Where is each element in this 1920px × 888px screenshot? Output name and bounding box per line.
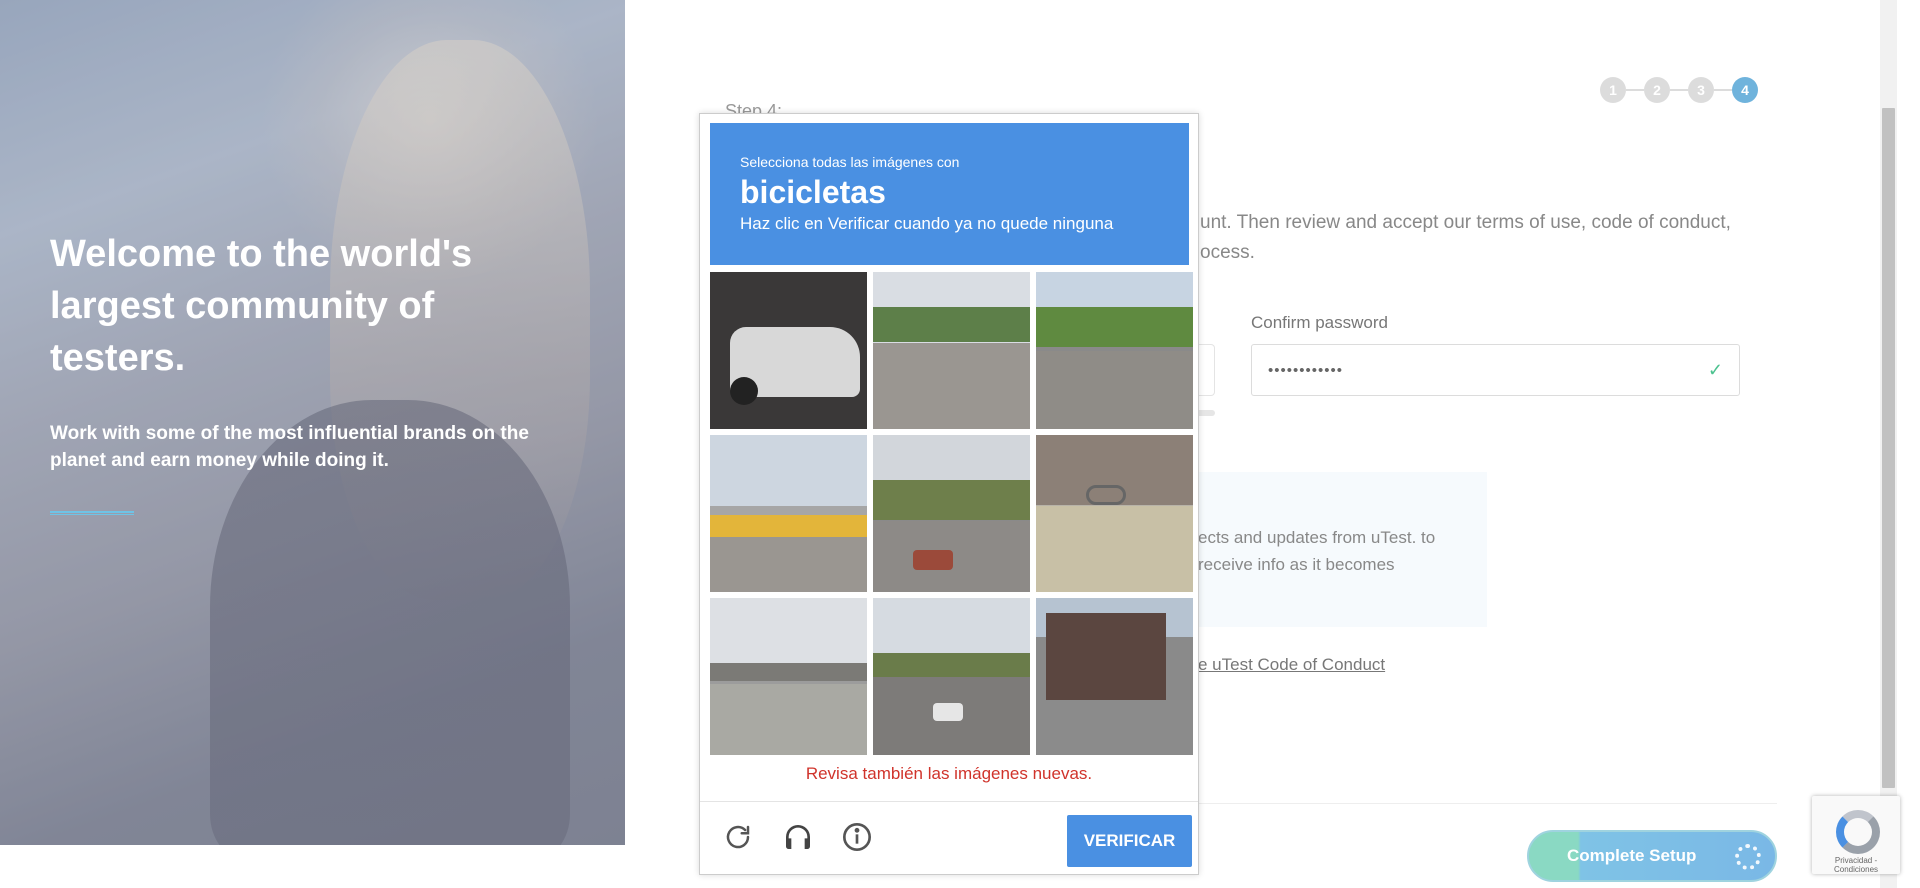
captcha-tile-8[interactable] xyxy=(873,598,1030,755)
captcha-footer-divider xyxy=(700,801,1198,802)
recaptcha-badge-text: Privacidad - Condiciones xyxy=(1833,856,1879,874)
step-indicator: 1 2 3 4 xyxy=(1600,77,1758,103)
captcha-subinstruction: Haz clic en Verificar cuando ya no quede… xyxy=(740,214,1114,233)
confirm-password-value: •••••••••••• xyxy=(1268,361,1344,379)
complete-setup-label: Complete Setup xyxy=(1567,846,1697,865)
loading-spinner-icon xyxy=(1735,844,1761,870)
captcha-tile-9[interactable] xyxy=(1036,598,1193,755)
captcha-tile-4[interactable] xyxy=(710,435,867,592)
page-scrollbar-thumb[interactable] xyxy=(1882,108,1895,788)
step-connector xyxy=(1714,89,1732,91)
verify-button[interactable]: VERIFICAR xyxy=(1067,815,1192,867)
confirm-password-label: Confirm password xyxy=(1251,313,1388,332)
captcha-tile-2[interactable] xyxy=(873,272,1030,429)
step-1: 1 xyxy=(1600,77,1626,103)
captcha-tile-1[interactable] xyxy=(710,272,867,429)
hero-subtitle: Work with some of the most influential b… xyxy=(50,423,529,471)
captcha-tile-3[interactable] xyxy=(1036,272,1193,429)
hero-accent-line xyxy=(50,511,134,515)
captcha-tile-5[interactable] xyxy=(873,435,1030,592)
recaptcha-badge[interactable]: Privacidad - Condiciones xyxy=(1812,796,1900,874)
captcha-instruction: Selecciona todas las imágenes con xyxy=(740,154,960,170)
captcha-header: Selecciona todas las imágenes con bicicl… xyxy=(710,123,1189,265)
captcha-dialog: Selecciona todas las imágenes con bicicl… xyxy=(699,113,1199,875)
captcha-keyword: bicicletas xyxy=(740,174,886,210)
newsletter-info-text: ects and updates from uTest. to receive … xyxy=(1198,528,1436,574)
step-connector xyxy=(1626,89,1644,91)
confirm-password-input[interactable]: •••••••••••• ✓ xyxy=(1251,344,1740,396)
wheel-shape xyxy=(730,377,758,405)
checkmark-icon: ✓ xyxy=(1707,359,1723,380)
captcha-tile-7[interactable] xyxy=(710,598,867,755)
hero-panel: Welcome to the world's largest community… xyxy=(0,0,625,845)
step-connector xyxy=(1670,89,1688,91)
hero-title: Welcome to the world's largest community… xyxy=(50,233,473,379)
form-divider xyxy=(1190,803,1777,804)
headphones-icon[interactable] xyxy=(780,819,816,855)
info-icon[interactable] xyxy=(839,819,875,855)
reload-icon[interactable] xyxy=(720,819,756,855)
step-4: 4 xyxy=(1732,77,1758,103)
complete-setup-button[interactable]: Complete Setup xyxy=(1527,830,1777,882)
captcha-image-grid xyxy=(710,272,1193,755)
captcha-tile-6[interactable] xyxy=(1036,435,1193,592)
recaptcha-logo-icon xyxy=(1836,810,1880,854)
step-3: 3 xyxy=(1688,77,1714,103)
form-intro-text: unt. Then review and accept our terms of… xyxy=(1200,212,1731,263)
code-of-conduct-link[interactable]: e uTest Code of Conduct xyxy=(1198,655,1385,675)
step-2: 2 xyxy=(1644,77,1670,103)
captcha-error-message: Revisa también las imágenes nuevas. xyxy=(805,764,1093,783)
